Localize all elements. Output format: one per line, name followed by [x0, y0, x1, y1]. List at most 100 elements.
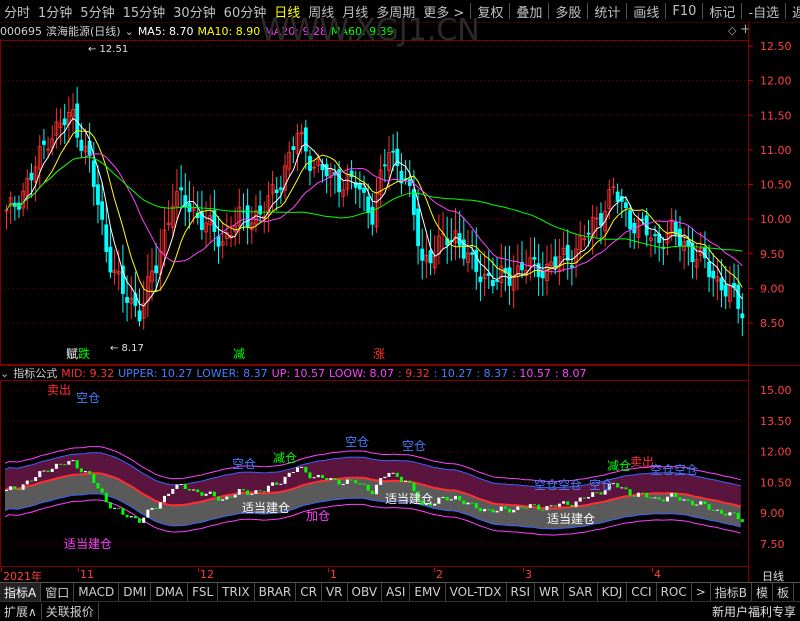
tab-9[interactable]: VR: [322, 583, 348, 601]
indicator-candle: [462, 500, 466, 505]
indicator-candle: [724, 513, 728, 516]
indicator-tabs: 指标A 窗口 MACD DMI DMA FSL TRIX BRAR CR VR OBV ASI EMV V…: [0, 582, 800, 601]
tab-5[interactable]: FSL: [188, 583, 219, 601]
indicator-candle: [300, 466, 304, 468]
date-tick: [328, 568, 329, 572]
candle-body: [108, 246, 113, 273]
tab-1[interactable]: 窗口: [41, 583, 75, 601]
indicator-candle: [508, 508, 512, 513]
indicator-candle: [649, 497, 653, 499]
indicator-candle: [354, 480, 358, 484]
indicator-candle: [666, 496, 670, 502]
tab-19[interactable]: ROC: [657, 583, 692, 601]
tab-3[interactable]: DMI: [119, 583, 152, 601]
indicator-candle: [17, 488, 21, 490]
indicator-candle: [320, 474, 324, 479]
tab-17[interactable]: KDJ: [598, 583, 628, 601]
indicator-candle: [325, 478, 329, 480]
candle-body: [470, 252, 475, 255]
related-quote-button[interactable]: 关联报价: [42, 603, 99, 620]
indicator-candle: [379, 478, 383, 485]
indicator-candle: [162, 495, 166, 503]
indicator-candle: [262, 491, 266, 493]
tab-0[interactable]: 指标A: [0, 583, 42, 601]
indicator-candle: [645, 492, 649, 498]
candle-body: [653, 234, 657, 236]
indicator-candle: [341, 483, 345, 485]
indicator-candle: [553, 505, 557, 507]
tab-2[interactable]: MACD: [74, 583, 120, 601]
tab-8[interactable]: CR: [296, 583, 322, 601]
tab-18[interactable]: CCI: [627, 583, 657, 601]
indicator-candle: [616, 483, 620, 488]
indicator-signal-label: 减仓: [273, 451, 297, 465]
expand-button[interactable]: 扩展∧: [0, 603, 42, 620]
candle-body: [719, 277, 724, 291]
indicator-candle: [399, 476, 403, 482]
tab-15[interactable]: WR: [535, 583, 565, 601]
indicator-candle: [200, 492, 204, 496]
price-tick-label: 11.00: [760, 144, 792, 157]
indicator-candle: [562, 501, 566, 504]
indicator-candle: [196, 489, 200, 493]
indicator-candle: [453, 495, 457, 500]
indicator-candle: [736, 512, 740, 520]
tab-12[interactable]: EMV: [410, 583, 446, 601]
indicator-candle: [740, 519, 744, 522]
indicator-candle: [271, 482, 275, 486]
indicator-candle: [674, 492, 678, 498]
tab-6[interactable]: TRIX: [218, 583, 255, 601]
indicator-candle: [387, 472, 391, 477]
tab-16[interactable]: SAR: [564, 583, 598, 601]
tab-13[interactable]: VOL-TDX: [446, 583, 507, 601]
indicator-candle: [641, 492, 645, 494]
indicator-signal-label: 空仓: [76, 391, 100, 405]
promo-text[interactable]: 新用户福利专享: [712, 603, 800, 620]
indicator-signal-label: 减仓: [607, 459, 631, 473]
tab-4[interactable]: DMA: [151, 583, 189, 601]
candle-body: [91, 160, 96, 187]
candle-body: [707, 261, 711, 278]
indicator-candle: [291, 472, 295, 474]
indicator-candle: [171, 488, 175, 494]
indicator-candle: [212, 491, 216, 497]
indicator-candle: [100, 488, 104, 493]
indicator-candle: [391, 472, 395, 474]
indicator-candle: [470, 502, 474, 504]
candle-body: [624, 202, 628, 208]
candle-body: [62, 118, 67, 126]
indicator-candle: [337, 479, 341, 485]
indicator-candle: [370, 490, 374, 495]
candle-body: [382, 164, 387, 167]
indicator-candle: [520, 506, 524, 508]
date-label: 4: [654, 568, 661, 581]
date-axis: 2021年 11 12 1 2 3 4 日线: [0, 568, 800, 583]
candle-body: [291, 146, 296, 150]
chart-canvas[interactable]: 12.50 12.00 11.50 11.00 10.50 10.00 9.50 9.00 8.…: [0, 0, 800, 620]
candle-body: [686, 240, 691, 247]
candle-body: [42, 140, 46, 145]
candle-body: [723, 284, 728, 297]
indicator-candle: [279, 483, 283, 485]
tab-7[interactable]: BRAR: [255, 583, 297, 601]
indicator-candle: [225, 496, 229, 500]
tab-21[interactable]: 指标B: [711, 583, 753, 601]
tab-23[interactable]: 板: [773, 583, 795, 601]
tab-10[interactable]: OBV: [348, 583, 383, 601]
watermark-text: WWW.XGJ1.CN: [260, 13, 480, 48]
indicator-candle: [678, 497, 682, 501]
candle-body: [154, 265, 159, 274]
indicator-candle: [512, 509, 516, 513]
tab-11[interactable]: ASI: [382, 583, 411, 601]
tab-20[interactable]: >: [692, 583, 711, 601]
tab-22[interactable]: 模: [752, 583, 774, 601]
indicator-candle: [179, 484, 183, 486]
candle-body: [532, 257, 537, 260]
indicator-candle: [528, 504, 532, 508]
tab-14[interactable]: RSI: [507, 583, 536, 601]
date-tick: [1, 568, 2, 572]
indicator-candle: [158, 502, 162, 509]
indicator-candle: [591, 492, 595, 497]
indicator-candle: [620, 487, 624, 489]
indicator-candle: [375, 484, 378, 495]
